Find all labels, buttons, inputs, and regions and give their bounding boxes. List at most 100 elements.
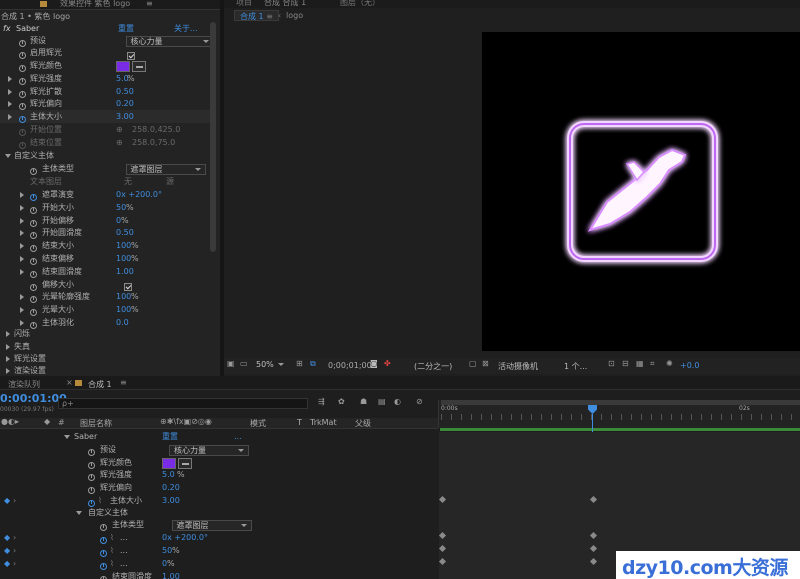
expand-arrow-icon[interactable] <box>20 256 24 262</box>
section-flicker[interactable]: 闪烁 <box>0 327 210 340</box>
display-icon[interactable]: ▭ <box>240 359 248 368</box>
row-value[interactable]: 100 <box>116 252 131 265</box>
row-value[interactable]: 1.00 <box>162 570 180 579</box>
grid-icon[interactable]: ⊞ <box>296 359 303 368</box>
tab-close-icon[interactable]: × <box>66 378 73 387</box>
layer-duration-bar[interactable] <box>440 428 800 431</box>
row-value[interactable]: 0x +200.0° <box>162 531 208 544</box>
graph-icon[interactable]: ⌇ <box>110 531 114 544</box>
tab-comp[interactable]: 合成 合成 1 <box>264 0 306 8</box>
mode-header[interactable]: 模式 <box>250 418 266 429</box>
tab-menu-icon[interactable]: ≡ <box>146 0 153 8</box>
row-value[interactable]: 5.0 <box>162 468 175 481</box>
tl-preset-dropdown[interactable]: 核心力量 <box>169 445 249 456</box>
custom-body-header[interactable]: 自定义主体 <box>0 149 210 162</box>
row-value[interactable]: 50 <box>162 544 172 557</box>
expand-arrow-icon[interactable] <box>8 89 12 95</box>
expand-arrow-icon[interactable] <box>20 204 24 211</box>
collapse-arrow-icon[interactable] <box>76 511 82 515</box>
row-value[interactable]: 100 <box>116 303 131 316</box>
tl-body-type-dropdown[interactable]: 遮罩图层 <box>171 520 252 531</box>
row-value[interactable]: 50 <box>116 201 126 214</box>
view-options-icon[interactable]: ⊡ <box>608 359 615 368</box>
resolution-dropdown[interactable]: (二分之一) <box>414 361 452 372</box>
parent-header[interactable]: 父级 <box>355 418 371 429</box>
expand-arrow-icon[interactable] <box>20 230 24 237</box>
stopwatch-icon[interactable] <box>19 65 26 72</box>
switches-header-icon[interactable]: ⊕✱\fx▣⊘◎◉ <box>160 417 212 426</box>
timeline-search-input[interactable]: ρ+ <box>58 398 308 409</box>
text-layer-value[interactable]: 无 <box>124 175 132 188</box>
keyframe-nav-icon[interactable]: ◆ <box>4 494 10 507</box>
stopwatch-icon[interactable] <box>19 129 26 136</box>
body-type-dropdown[interactable]: 遮罩图层 <box>125 164 206 175</box>
tab-comp[interactable]: 合成 1 <box>88 379 112 390</box>
glow-color-swatch[interactable] <box>116 61 130 72</box>
graph-icon[interactable]: ⌇ <box>110 557 114 570</box>
section-render-settings[interactable]: 渲染设置 <box>0 364 210 374</box>
row-value[interactable]: 1.00 <box>116 265 134 278</box>
expand-arrow-icon[interactable] <box>20 217 24 224</box>
shy-icon[interactable]: ☗ <box>360 397 367 406</box>
roi-icon[interactable]: ▢ <box>469 359 477 368</box>
stopwatch-icon[interactable] <box>100 524 107 531</box>
row-value[interactable]: 3.00 <box>116 110 134 123</box>
exposure-icon[interactable]: ✺ <box>666 359 673 368</box>
expand-arrow-icon[interactable] <box>20 320 24 326</box>
exposure-value[interactable]: +0.0 <box>680 361 699 370</box>
comp-mini-flowchart-icon[interactable]: ⇶ <box>318 397 325 406</box>
region-icon[interactable]: ⧉ <box>310 359 316 369</box>
expand-arrow-icon[interactable] <box>8 114 12 120</box>
layer-name-header[interactable]: 图层名称 <box>80 418 112 429</box>
viewer-timecode[interactable]: 0;00;01;00 <box>328 361 372 370</box>
keyframe-nav-icon[interactable]: ◆ <box>4 544 10 557</box>
crosshair-icon[interactable]: ⊕ <box>116 123 123 136</box>
graph-icon[interactable]: ⌇ <box>98 494 102 507</box>
expand-arrow-icon[interactable] <box>20 307 24 314</box>
keyframe-nav-arrow[interactable]: › <box>13 531 16 544</box>
tab-layer[interactable]: 图层（无） <box>340 0 380 8</box>
expand-arrow-icon[interactable] <box>20 268 24 275</box>
effect-controls-tab[interactable]: 效果控件 紫色 logo ≡ <box>0 0 220 10</box>
stopwatch-icon[interactable] <box>19 142 26 149</box>
time-ruler[interactable]: 0:00s 02s <box>438 400 800 428</box>
draft-3d-icon[interactable]: ✿ <box>338 397 345 406</box>
expand-arrow-icon[interactable] <box>20 192 24 198</box>
expand-arrow-icon[interactable] <box>6 356 10 362</box>
expand-arrow-icon[interactable] <box>8 76 12 82</box>
subtab-crumb[interactable]: logo <box>286 11 303 20</box>
camera-dropdown[interactable]: 活动摄像机 <box>498 361 538 372</box>
current-time-indicator[interactable] <box>588 405 597 414</box>
eyedropper-icon[interactable] <box>178 457 192 469</box>
keyframe-nav-arrow[interactable]: › <box>13 544 16 557</box>
expand-arrow-icon[interactable] <box>6 331 10 337</box>
reset-link[interactable]: 重置 <box>162 430 178 443</box>
transparency-icon[interactable]: ⊠ <box>482 359 489 368</box>
stopwatch-icon[interactable] <box>30 168 37 175</box>
tab-menu-icon[interactable]: ≡ <box>120 378 127 387</box>
collapse-arrow-icon[interactable] <box>5 154 11 158</box>
tab-render-queue[interactable]: 渲染队列 <box>8 379 40 390</box>
expand-arrow-icon[interactable] <box>6 344 10 350</box>
crosshair-icon[interactable]: ⊕ <box>116 136 123 149</box>
keyframe-nav-arrow[interactable]: › <box>13 494 16 507</box>
graph-icon[interactable]: ⌇ <box>110 544 114 557</box>
graph-editor-icon[interactable]: ⊘ <box>416 397 423 406</box>
tab-project[interactable]: 项目 <box>236 0 252 8</box>
row-value[interactable]: 3.00 <box>162 494 180 507</box>
layer-row-saber[interactable]: Saber 重置 ... <box>0 430 438 443</box>
trkmat-header[interactable]: TrkMat <box>310 418 337 427</box>
effect-controls-scrollbar[interactable] <box>210 22 216 252</box>
stopwatch-icon[interactable] <box>19 116 26 123</box>
collapse-arrow-icon[interactable] <box>64 435 70 439</box>
row-value[interactable]: 0.20 <box>116 97 134 110</box>
text-layer-source[interactable]: 源 <box>166 175 174 188</box>
zoom-dropdown[interactable]: 50% <box>252 360 288 371</box>
glow-color-swatch[interactable] <box>162 457 176 469</box>
row-value[interactable]: 0.20 <box>162 481 180 494</box>
eyedropper-icon[interactable] <box>132 61 146 72</box>
subtab-menu-icon[interactable]: ≡ <box>266 12 273 21</box>
stopwatch-icon[interactable] <box>19 103 26 110</box>
row-value[interactable]: 0x +200.0° <box>116 188 162 201</box>
row-value[interactable]: 100 <box>116 290 131 303</box>
